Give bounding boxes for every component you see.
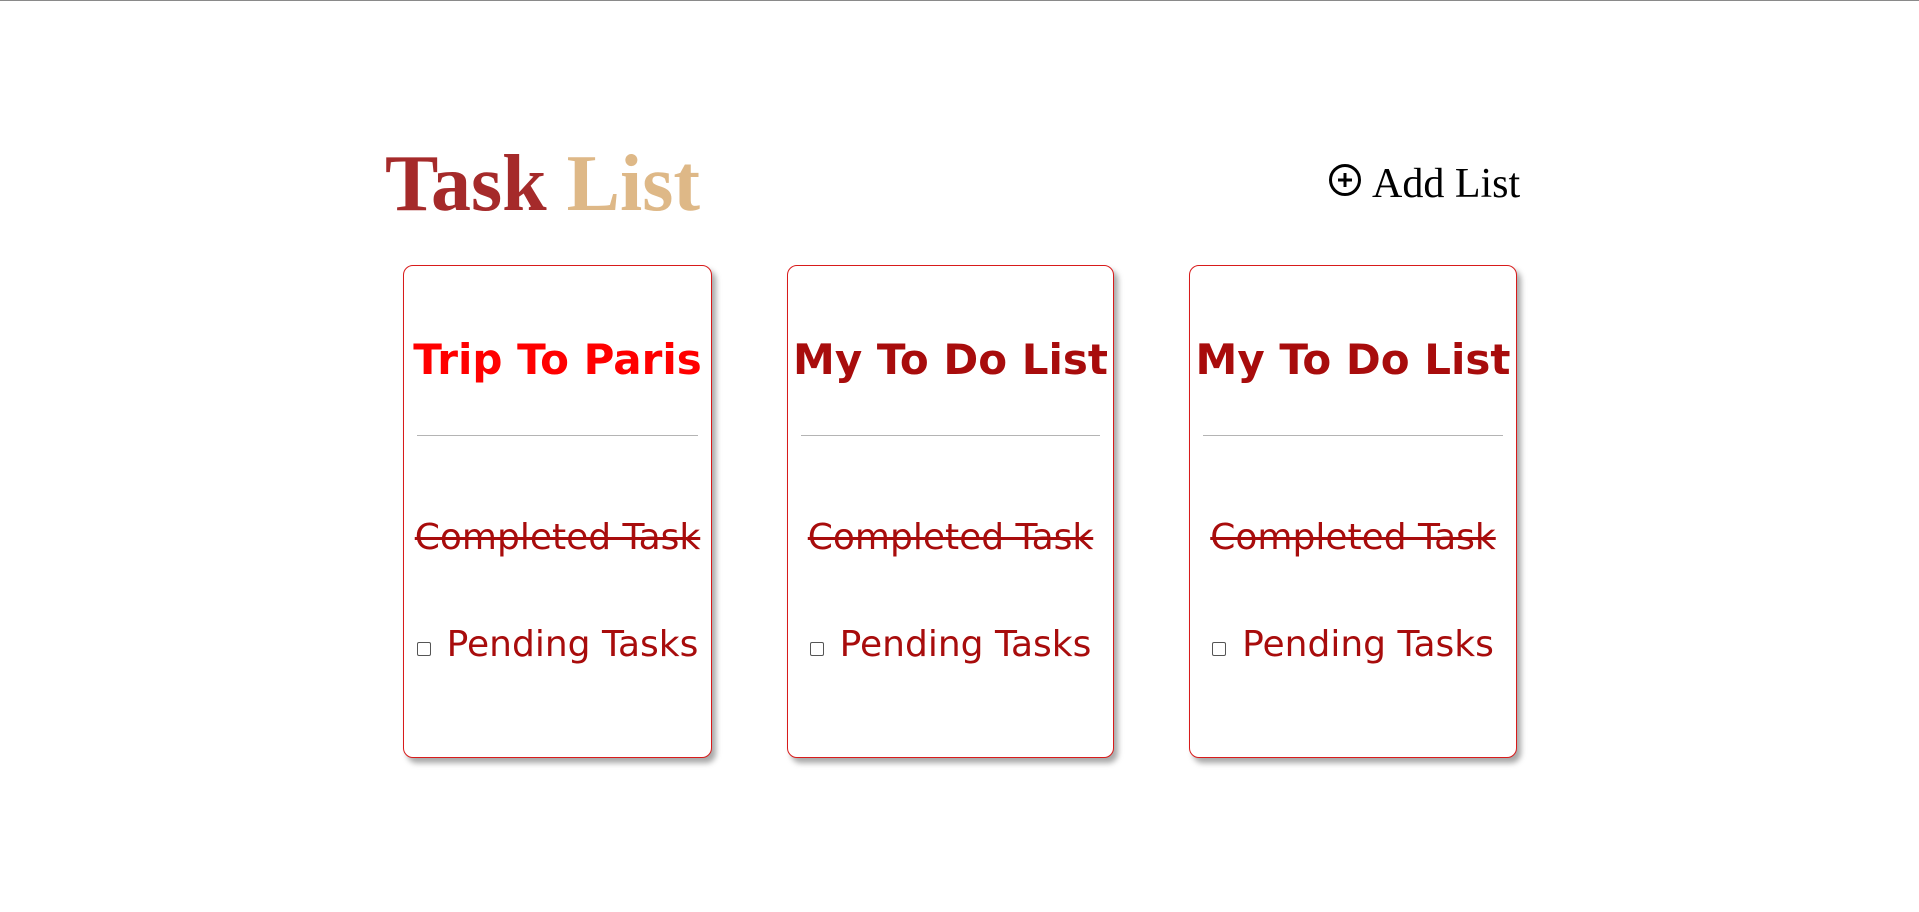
card-divider <box>417 435 698 436</box>
pending-task-label[interactable]: Pending Tasks <box>1242 621 1494 669</box>
add-list-label: Add List <box>1372 161 1521 207</box>
list-card: My To Do List Completed Task Pending Tas… <box>787 265 1114 758</box>
pending-task-label[interactable]: Pending Tasks <box>840 621 1092 669</box>
list-card: Trip To Paris Completed Task Pending Tas… <box>403 265 712 758</box>
card-divider <box>801 435 1100 436</box>
pending-task-checkbox[interactable] <box>809 642 824 656</box>
pending-task-row: Pending Tasks <box>788 621 1113 669</box>
plus-circle-icon <box>1328 163 1362 197</box>
page-title: Task List <box>385 139 700 229</box>
list-card-title[interactable]: My To Do List <box>1190 332 1516 388</box>
pending-task-checkbox[interactable] <box>1212 642 1227 656</box>
title-word-task: Task <box>385 140 547 228</box>
pending-task-row: Pending Tasks <box>1190 621 1516 669</box>
list-card: My To Do List Completed Task Pending Tas… <box>1189 265 1517 758</box>
pending-task-checkbox[interactable] <box>416 642 431 656</box>
add-list-button[interactable]: Add List <box>1328 159 1520 209</box>
completed-task[interactable]: Completed Task <box>788 514 1113 562</box>
completed-task[interactable]: Completed Task <box>404 514 711 562</box>
pending-task-label[interactable]: Pending Tasks <box>447 621 699 669</box>
pending-task-row: Pending Tasks <box>404 621 711 669</box>
completed-task[interactable]: Completed Task <box>1190 514 1516 562</box>
title-word-list: List <box>566 140 700 228</box>
list-card-title[interactable]: Trip To Paris <box>404 332 711 388</box>
card-divider <box>1203 435 1503 436</box>
list-card-title[interactable]: My To Do List <box>788 332 1113 388</box>
